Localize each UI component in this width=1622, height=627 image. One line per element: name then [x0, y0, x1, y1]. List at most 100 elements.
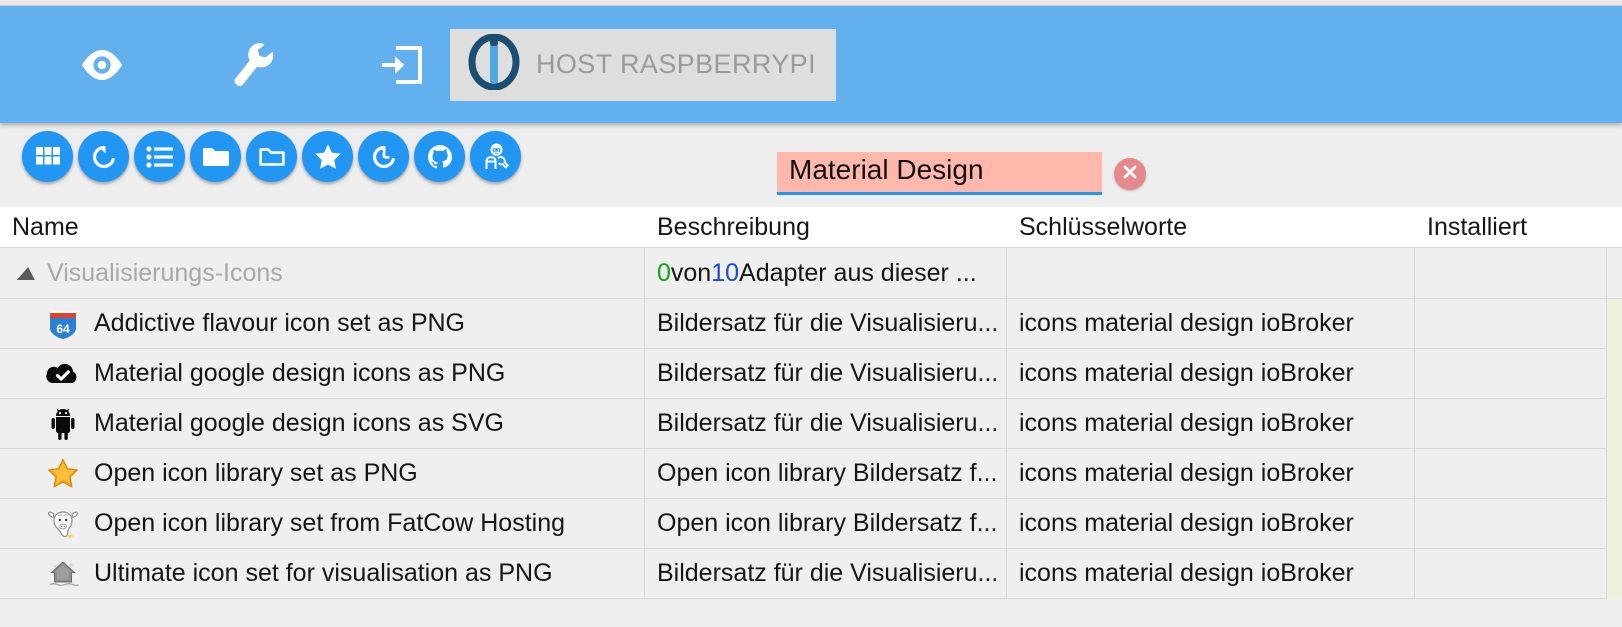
- row-installed-cell: [1415, 448, 1607, 499]
- eye-icon: [79, 48, 125, 82]
- count-separator: von: [670, 258, 712, 287]
- check-updates-button[interactable]: [358, 131, 409, 182]
- row-spacer-cell: [1607, 548, 1622, 599]
- row-description-cell: Bildersatz für die Visualisieru...: [645, 548, 1007, 599]
- row-keywords-cell: icons material design ioBroker: [1007, 298, 1415, 349]
- adapter-table: Name Beschreibung Schlüsselworte Install…: [0, 207, 1622, 627]
- collapse-all-button[interactable]: [246, 131, 297, 182]
- list-icon: [145, 145, 174, 169]
- table-row[interactable]: Open icon library set as PNG Open icon l…: [0, 448, 1622, 499]
- expand-all-button[interactable]: [190, 131, 241, 182]
- row-name-label: Material google design icons as PNG: [94, 359, 506, 387]
- row-name-label: Open icon library set as PNG: [94, 459, 418, 487]
- row-spacer-cell: [1607, 398, 1622, 449]
- favorites-button[interactable]: [302, 131, 353, 182]
- row-name-cell[interactable]: Material google design icons as SVG: [0, 398, 645, 449]
- row-installed-cell: [1415, 298, 1607, 349]
- row-spacer-cell: [1607, 298, 1622, 349]
- row-keywords-cell: icons material design ioBroker: [1007, 498, 1415, 549]
- table-row[interactable]: 64 Addictive flavour icon set as PNG Bil…: [0, 298, 1622, 349]
- wrench-icon: [233, 42, 275, 88]
- search-input[interactable]: [777, 152, 1102, 195]
- android-robot-icon: [46, 407, 80, 441]
- row-name-label: Material google design icons as SVG: [94, 409, 504, 437]
- history-icon: [370, 143, 398, 171]
- eye-icon-button[interactable]: [54, 6, 150, 123]
- login-icon-button[interactable]: [354, 6, 450, 123]
- row-installed-cell: [1415, 548, 1607, 599]
- group-row-spacer-cell: [1607, 248, 1622, 298]
- tiles-view-button[interactable]: [22, 131, 73, 182]
- refresh-icon: [90, 143, 118, 171]
- toolbar-icon-row: [22, 131, 521, 182]
- row-keywords-cell: icons material design ioBroker: [1007, 398, 1415, 449]
- column-header-keywords[interactable]: Schlüsselworte: [1007, 213, 1415, 242]
- column-header-description[interactable]: Beschreibung: [645, 213, 1007, 242]
- list-view-button[interactable]: [134, 131, 185, 182]
- table-bottom-area: [0, 599, 1622, 627]
- table-header-row: Name Beschreibung Schlüsselworte Install…: [0, 207, 1622, 248]
- table-row[interactable]: Ultimate icon set for visualisation as P…: [0, 548, 1622, 599]
- orange-star-icon: [46, 457, 80, 491]
- window-top-strip: [0, 0, 1622, 6]
- row-name-cell[interactable]: Open icon library set from FatCow Hostin…: [0, 498, 645, 549]
- github-icon: [427, 144, 453, 170]
- table-row[interactable]: Material google design icons as SVG Bild…: [0, 398, 1622, 449]
- row-keywords-cell: icons material design ioBroker: [1007, 548, 1415, 599]
- adapter-page: HOST RASPBERRYPI Material Design Name Be…: [0, 0, 1622, 627]
- gray-house-icon: [46, 557, 80, 591]
- cloud-check-icon: [46, 357, 80, 391]
- host-chip-label: HOST RASPBERRYPI: [536, 49, 816, 79]
- table-row[interactable]: Material google design icons as PNG Bild…: [0, 348, 1622, 399]
- table-row[interactable]: Open icon library set from FatCow Hostin…: [0, 498, 1622, 549]
- app-header: HOST RASPBERRYPI: [0, 6, 1622, 123]
- column-header-name[interactable]: Name: [0, 213, 645, 242]
- installed-count: 0: [657, 258, 671, 287]
- row-name-label: Open icon library set from FatCow Hostin…: [94, 509, 566, 537]
- row-installed-cell: [1415, 498, 1607, 549]
- row-description-cell: Open icon library Bildersatz f...: [645, 448, 1007, 499]
- total-count: 10: [711, 258, 740, 287]
- column-header-installed[interactable]: Installiert: [1415, 213, 1607, 242]
- login-icon: [379, 42, 425, 88]
- grid-icon: [35, 144, 61, 170]
- wrench-icon-button[interactable]: [206, 6, 302, 123]
- group-row[interactable]: Visualisierungs-Icons 0 von 10 Adapter a…: [0, 248, 1622, 299]
- refresh-button[interactable]: [78, 131, 129, 182]
- row-description-cell: Bildersatz für die Visualisieru...: [645, 398, 1007, 449]
- search-clear-button[interactable]: [1114, 158, 1146, 190]
- folder-filled-icon: [202, 146, 230, 168]
- row-installed-cell: [1415, 348, 1607, 399]
- group-row-keywords-cell: [1007, 248, 1415, 298]
- row-description-cell: Bildersatz für die Visualisieru...: [645, 348, 1007, 399]
- search-area: [777, 152, 1146, 195]
- row-name-label: Addictive flavour icon set as PNG: [94, 309, 465, 337]
- row-keywords-cell: icons material design ioBroker: [1007, 448, 1415, 499]
- row-name-cell[interactable]: Open icon library set as PNG: [0, 448, 645, 499]
- row-spacer-cell: [1607, 348, 1622, 399]
- developer-button[interactable]: [470, 131, 521, 182]
- host-chip-button[interactable]: HOST RASPBERRYPI: [450, 28, 836, 101]
- count-suffix: Adapter aus dieser ...: [739, 258, 977, 287]
- collapse-triangle-icon[interactable]: [16, 266, 38, 280]
- row-spacer-cell: [1607, 448, 1622, 499]
- star-icon: [314, 143, 342, 170]
- row-name-label: Ultimate icon set for visualisation as P…: [94, 559, 553, 587]
- svg-text:64: 64: [56, 322, 70, 336]
- group-row-title-cell[interactable]: Visualisierungs-Icons: [0, 248, 645, 298]
- close-icon: [1121, 163, 1139, 186]
- highway-shield-64-icon: 64: [46, 307, 80, 341]
- row-installed-cell: [1415, 398, 1607, 449]
- row-name-cell[interactable]: 64 Addictive flavour icon set as PNG: [0, 298, 645, 349]
- group-row-installed-cell: [1415, 248, 1607, 298]
- row-keywords-cell: icons material design ioBroker: [1007, 348, 1415, 399]
- folder-outline-icon: [258, 146, 286, 168]
- group-title-label: Visualisierungs-Icons: [47, 258, 283, 287]
- row-description-cell: Open icon library Bildersatz f...: [645, 498, 1007, 549]
- row-name-cell[interactable]: Ultimate icon set for visualisation as P…: [0, 548, 645, 599]
- cow-head-icon: [46, 507, 80, 541]
- github-button[interactable]: [414, 131, 465, 182]
- row-spacer-cell: [1607, 498, 1622, 549]
- group-row-count-cell: 0 von 10 Adapter aus dieser ...: [645, 248, 1007, 298]
- row-name-cell[interactable]: Material google design icons as PNG: [0, 348, 645, 399]
